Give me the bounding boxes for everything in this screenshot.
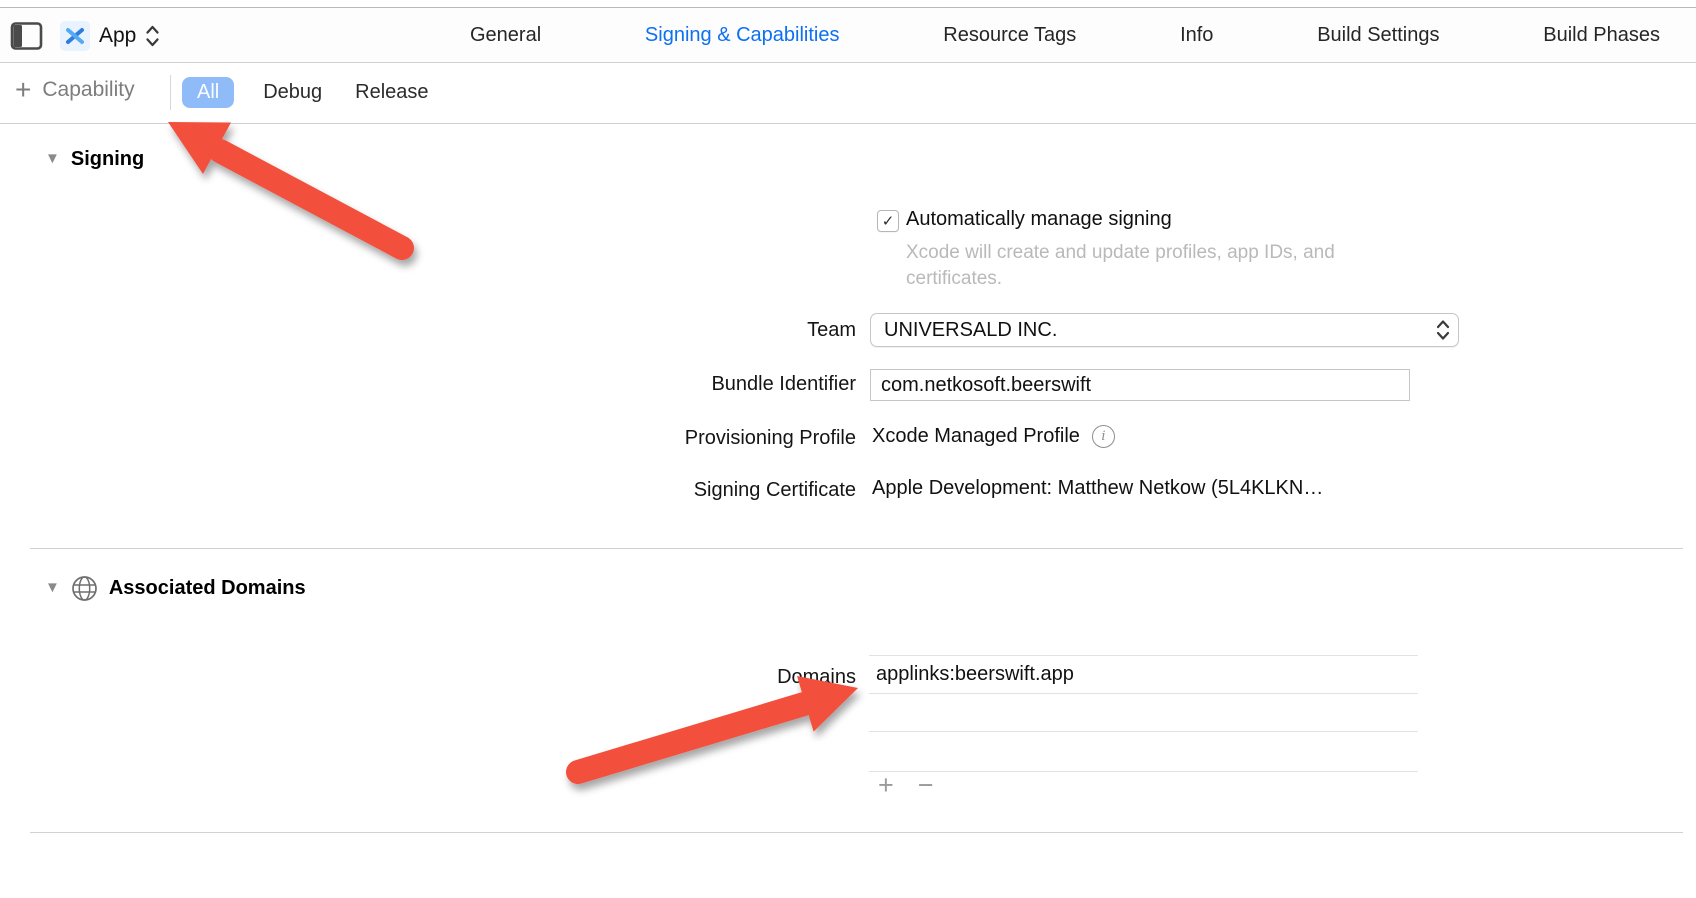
auto-manage-signing-description: Xcode will create and update profiles, a… <box>906 240 1376 292</box>
annotation-arrow-capability <box>168 122 402 248</box>
section-divider <box>30 548 1683 549</box>
plus-icon: + <box>15 76 31 104</box>
segment-release[interactable]: Release <box>351 77 432 108</box>
domains-table-buttons: + − <box>878 772 934 799</box>
capability-bar: + Capability All Debug Release <box>0 63 1696 124</box>
remove-domain-button[interactable]: − <box>918 772 934 799</box>
editor-tab-bar: General Signing & Capabilities Resource … <box>470 8 1660 62</box>
bundle-identifier-field[interactable] <box>870 369 1410 401</box>
domains-label: Domains <box>456 666 856 689</box>
signing-section-header: ▼ Signing <box>45 148 144 171</box>
target-name: App <box>99 24 136 48</box>
disclosure-triangle-icon[interactable]: ▼ <box>45 151 60 166</box>
domain-row-1[interactable]: applinks:beerswift.app <box>876 663 1074 686</box>
signing-section-title: Signing <box>71 148 144 171</box>
provisioning-profile-value-row: Xcode Managed Profile i <box>872 425 1115 448</box>
sidebar-toggle-icon <box>10 21 44 51</box>
chevron-up-down-icon <box>1436 319 1450 341</box>
annotation-arrow-domains <box>578 676 858 772</box>
section-divider <box>30 832 1683 833</box>
checkmark-icon: ✓ <box>882 212 895 230</box>
configuration-segmented-control: All Debug Release <box>182 75 433 110</box>
tab-build-settings[interactable]: Build Settings <box>1317 24 1439 47</box>
tab-signing-capabilities[interactable]: Signing & Capabilities <box>645 24 840 47</box>
associated-domains-section-header: ▼ Associated Domains <box>45 575 306 602</box>
auto-manage-signing-checkbox[interactable]: ✓ <box>877 210 899 232</box>
capability-separator <box>170 75 171 110</box>
bundle-identifier-label: Bundle Identifier <box>456 373 856 396</box>
target-toolbar: App General Signing & Capabilities Resou… <box>0 8 1696 63</box>
provisioning-profile-label: Provisioning Profile <box>456 427 856 450</box>
target-chooser-popup[interactable]: App <box>60 19 160 53</box>
signing-certificate-label: Signing Certificate <box>456 479 856 502</box>
tab-build-phases[interactable]: Build Phases <box>1543 24 1660 47</box>
associated-domains-section-title: Associated Domains <box>109 577 306 600</box>
tab-general[interactable]: General <box>470 24 541 47</box>
domains-table-line <box>869 655 1418 656</box>
segment-all[interactable]: All <box>182 77 234 108</box>
tab-resource-tags[interactable]: Resource Tags <box>943 24 1076 47</box>
tab-info[interactable]: Info <box>1180 24 1213 47</box>
add-capability-button[interactable]: + Capability <box>15 76 135 104</box>
team-popup-value: UNIVERSALD INC. <box>884 319 1057 342</box>
auto-manage-signing-label: Automatically manage signing <box>906 208 1172 231</box>
chevron-up-down-icon <box>145 24 160 48</box>
disclosure-triangle-icon[interactable]: ▼ <box>45 580 60 595</box>
team-label: Team <box>456 319 856 342</box>
domains-table-line <box>869 771 1418 772</box>
sidebar-toggle-button[interactable] <box>10 21 44 51</box>
add-capability-label: Capability <box>42 78 134 102</box>
add-domain-button[interactable]: + <box>878 772 894 799</box>
domains-table-line <box>869 693 1418 694</box>
info-icon[interactable]: i <box>1092 425 1115 448</box>
app-target-icon <box>60 21 90 51</box>
globe-icon <box>71 575 98 602</box>
team-popup-button[interactable]: UNIVERSALD INC. <box>870 313 1459 347</box>
segment-debug[interactable]: Debug <box>259 77 326 108</box>
xcode-signing-capabilities-screen: App General Signing & Capabilities Resou… <box>0 0 1696 898</box>
domains-table-line <box>869 731 1418 732</box>
provisioning-profile-value: Xcode Managed Profile <box>872 425 1080 448</box>
signing-certificate-value: Apple Development: Matthew Netkow (5L4KL… <box>872 477 1323 500</box>
